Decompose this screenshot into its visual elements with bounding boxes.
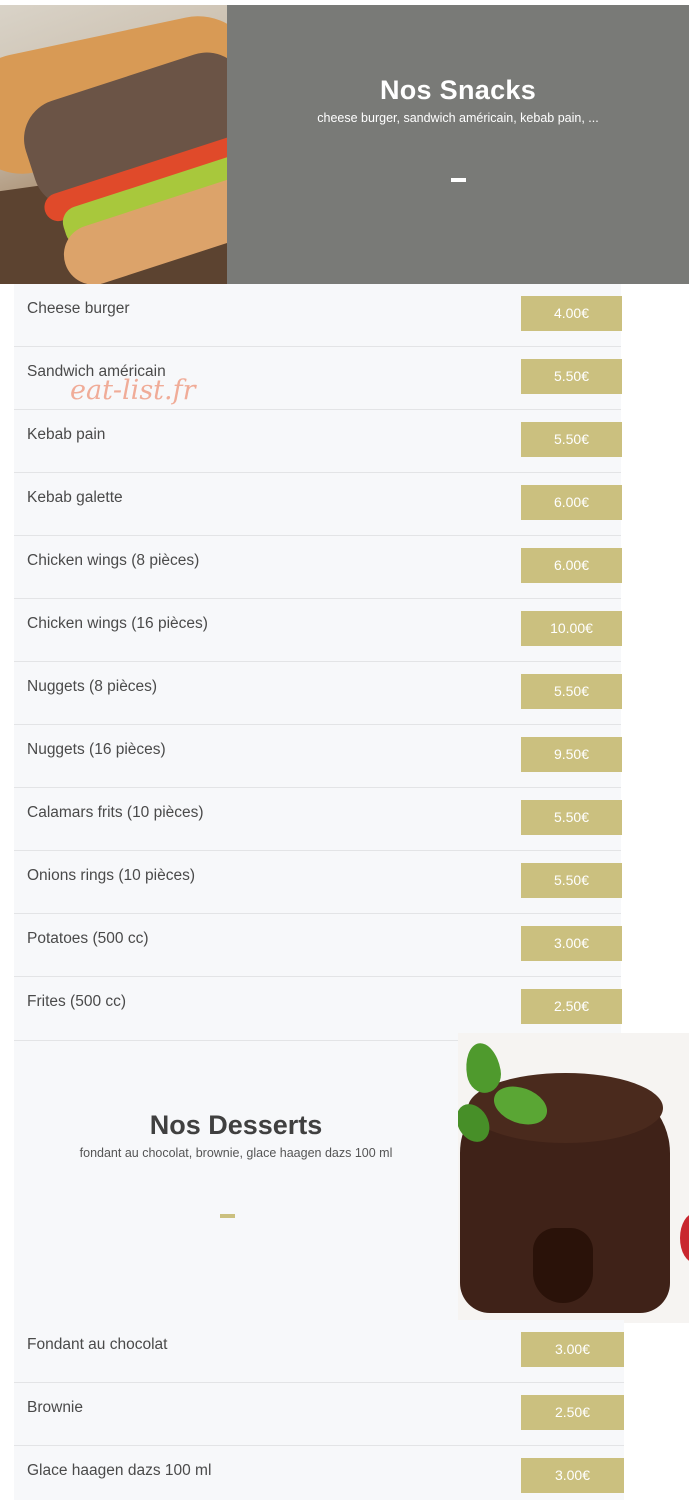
price-badge: 5.50€ <box>521 359 622 394</box>
menu-item-name: Onions rings (10 pièces) <box>27 867 195 884</box>
menu-item: Glace haagen dazs 100 ml 3.00€ <box>14 1446 624 1500</box>
menu-item: Chicken wings (8 pièces) 6.00€ <box>14 536 622 599</box>
menu-item-name: Fondant au chocolat <box>27 1336 168 1353</box>
menu-item: Brownie 2.50€ <box>14 1383 624 1446</box>
menu-item: Cheese burger 4.00€ <box>14 284 622 347</box>
snacks-subtitle: cheese burger, sandwich américain, kebab… <box>317 111 599 125</box>
price-badge: 5.50€ <box>521 800 622 835</box>
menu-item: Potatoes (500 cc) 3.00€ <box>14 914 622 977</box>
price-badge: 5.50€ <box>521 674 622 709</box>
price-badge: 10.00€ <box>521 611 622 646</box>
price-badge: 2.50€ <box>521 1395 624 1430</box>
chocolate-fondant-photo <box>458 1033 689 1323</box>
menu-item: Nuggets (16 pièces) 9.50€ <box>14 725 622 788</box>
price-badge: 6.00€ <box>521 548 622 583</box>
menu-item-name: Nuggets (8 pièces) <box>27 678 158 695</box>
snacks-hero: Nos Snacks cheese burger, sandwich améri… <box>0 5 689 284</box>
price-badge: 9.50€ <box>521 737 622 772</box>
menu-item-name: Cheese burger <box>27 300 130 317</box>
menu-item-name: Chicken wings (16 pièces) <box>27 615 208 632</box>
price-badge: 3.00€ <box>521 926 622 961</box>
price-badge: 2.50€ <box>521 989 622 1024</box>
watermark: eat-list.fr <box>70 375 196 406</box>
desserts-subtitle: fondant au chocolat, brownie, glace haag… <box>79 1146 393 1160</box>
desserts-title: Nos Desserts <box>149 1110 323 1140</box>
price-badge: 3.00€ <box>521 1458 624 1493</box>
menu-item-name: Kebab galette <box>27 489 123 506</box>
menu-item-name: Potatoes (500 cc) <box>27 930 149 947</box>
menu-item: Calamars frits (10 pièces) 5.50€ <box>14 788 622 851</box>
price-badge: 3.00€ <box>521 1332 624 1367</box>
menu-item-name: Glace haagen dazs 100 ml <box>27 1462 212 1479</box>
price-badge: 5.50€ <box>521 422 622 457</box>
snacks-title: Nos Snacks <box>379 75 537 105</box>
snacks-banner: Nos Snacks cheese burger, sandwich améri… <box>227 5 689 284</box>
price-badge: 5.50€ <box>521 863 622 898</box>
menu-item: Onions rings (10 pièces) 5.50€ <box>14 851 622 914</box>
menu-item-name: Frites (500 cc) <box>27 993 127 1010</box>
desserts-banner: Nos Desserts fondant au chocolat, browni… <box>14 1041 458 1320</box>
menu-item: Fondant au chocolat 3.00€ <box>14 1320 624 1383</box>
menu-item-name: Nuggets (16 pièces) <box>27 741 166 758</box>
sandwich-photo <box>0 5 227 284</box>
menu-item-name: Brownie <box>27 1399 83 1416</box>
menu-item: Kebab pain 5.50€ <box>14 410 622 473</box>
menu-item: Nuggets (8 pièces) 5.50€ <box>14 662 622 725</box>
menu-item-name: Calamars frits (10 pièces) <box>27 804 204 821</box>
menu-item-name: Chicken wings (8 pièces) <box>27 552 200 569</box>
price-badge: 4.00€ <box>521 296 622 331</box>
price-badge: 6.00€ <box>521 485 622 520</box>
menu-item-name: Kebab pain <box>27 426 106 443</box>
snacks-dash-divider <box>451 178 466 182</box>
menu-item: Frites (500 cc) 2.50€ <box>14 977 622 1040</box>
menu-item: Chicken wings (16 pièces) 10.00€ <box>14 599 622 662</box>
menu-item: Kebab galette 6.00€ <box>14 473 622 536</box>
desserts-dash-divider <box>220 1214 235 1218</box>
